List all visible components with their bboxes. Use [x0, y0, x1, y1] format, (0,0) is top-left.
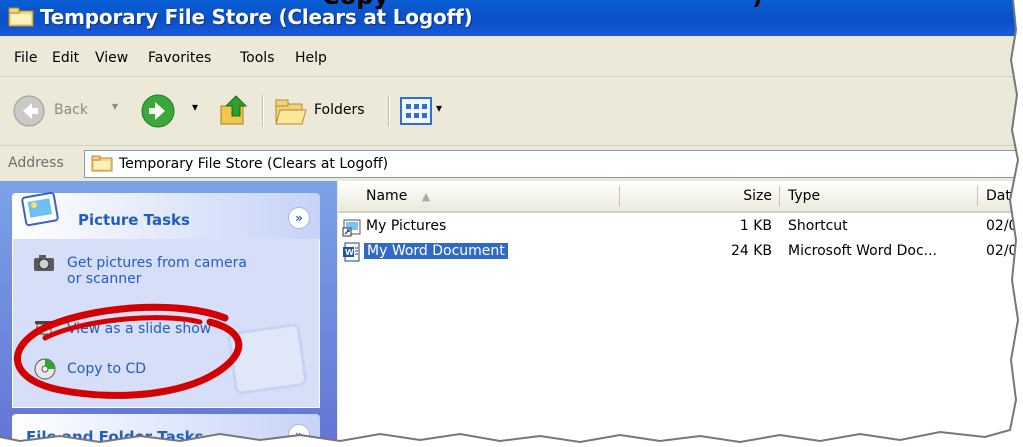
- cd-icon: [34, 358, 56, 380]
- picture-tasks-icon: [21, 191, 59, 227]
- collapse-chevron-icon[interactable]: »: [288, 207, 310, 229]
- shortcut-icon: [342, 219, 361, 237]
- menu-file[interactable]: File: [14, 50, 37, 66]
- explorer-window: Temporary File Store (Clears at Logoff) …: [0, 0, 1023, 447]
- address-label: Address: [8, 155, 64, 171]
- file-type: Shortcut: [788, 218, 848, 234]
- column-type[interactable]: Type: [780, 181, 978, 211]
- picture-tasks-header[interactable]: Picture Tasks »: [12, 191, 320, 239]
- back-label: Back: [54, 102, 88, 118]
- forward-arrow-icon: [141, 94, 175, 128]
- camera-icon: [34, 255, 54, 271]
- menu-help[interactable]: Help: [295, 50, 327, 66]
- file-size: 24 KB: [730, 243, 772, 259]
- watermark-pictures-icon: [227, 323, 307, 395]
- title-bar[interactable]: Temporary File Store (Clears at Logoff): [0, 0, 1023, 36]
- back-dropdown-icon[interactable]: ▾: [112, 99, 118, 113]
- forward-dropdown-icon[interactable]: ▾: [192, 100, 198, 114]
- picture-tasks-panel: Picture Tasks » Get pictures from camera…: [12, 191, 320, 408]
- folder-icon: [91, 155, 113, 172]
- slideshow-icon: [35, 321, 53, 338]
- folder-icon: [8, 7, 34, 27]
- file-date: 02/05/: [986, 218, 1023, 234]
- views-button[interactable]: ▾: [400, 95, 456, 127]
- column-header: Name ▲ Size Type Date M: [338, 181, 1023, 213]
- up-folder-icon[interactable]: [218, 94, 252, 128]
- picture-tasks-body: Get pictures from camera or scanner View…: [12, 239, 320, 408]
- window-title: Temporary File Store (Clears at Logoff): [40, 5, 473, 29]
- task-copy-to-cd[interactable]: Copy to CD: [67, 361, 146, 377]
- address-path: Temporary File Store (Clears at Logoff): [119, 156, 389, 172]
- collapse-chevron-icon[interactable]: »: [288, 424, 310, 446]
- toolbar-separator-2: [388, 95, 390, 127]
- column-name[interactable]: Name ▲: [338, 181, 620, 211]
- svg-text:W: W: [345, 248, 354, 257]
- menu-view[interactable]: View: [95, 50, 128, 66]
- task-pane: Picture Tasks » Get pictures from camera…: [0, 181, 337, 447]
- folders-button[interactable]: Folders: [274, 91, 378, 131]
- file-date: 02/05/: [986, 243, 1023, 259]
- overlay-heading-fragment: Copy: [322, 0, 389, 10]
- sort-ascending-icon: ▲: [421, 190, 431, 203]
- task-view-slideshow[interactable]: View as a slide show: [67, 321, 211, 337]
- menu-bar: File Edit View Favorites Tools Help: [0, 36, 1023, 77]
- overlay-heading-paren: ): [752, 0, 763, 10]
- address-bar: Address Temporary File Store (Clears at …: [0, 146, 1023, 180]
- column-size[interactable]: Size: [620, 181, 780, 211]
- folders-icon: [275, 99, 307, 125]
- forward-button[interactable]: ▾: [140, 91, 210, 131]
- word-doc-icon: W: [343, 242, 360, 262]
- file-type: Microsoft Word Doc...: [788, 243, 937, 259]
- task-get-pictures[interactable]: Get pictures from camera or scanner: [67, 255, 247, 287]
- toolbar: Back ▾ ▾ Folders ▾: [0, 77, 1023, 146]
- menu-edit[interactable]: Edit: [52, 50, 79, 66]
- file-name: My Pictures: [366, 218, 447, 234]
- menu-tools[interactable]: Tools: [240, 50, 275, 66]
- list-item[interactable]: My Pictures 1 KB Shortcut 02/05/: [338, 216, 1023, 238]
- file-list[interactable]: Name ▲ Size Type Date M My Pictures 1: [338, 181, 1023, 447]
- address-field[interactable]: Temporary File Store (Clears at Logoff): [84, 150, 1023, 178]
- views-icon: [400, 97, 432, 125]
- column-date[interactable]: Date M: [978, 181, 1023, 211]
- file-folder-tasks-title: File and Folder Tasks: [26, 428, 204, 446]
- file-folder-tasks-panel: File and Folder Tasks »: [12, 414, 320, 447]
- folders-label: Folders: [314, 102, 365, 118]
- file-folder-tasks-header[interactable]: File and Folder Tasks »: [12, 414, 320, 447]
- file-name: My Word Document: [364, 243, 508, 259]
- file-size: 1 KB: [739, 218, 772, 234]
- toolbar-separator: [262, 95, 264, 127]
- picture-tasks-title: Picture Tasks: [78, 211, 190, 229]
- list-item[interactable]: W My Word Document 24 KB Microsoft Word …: [338, 241, 1023, 263]
- views-dropdown-icon: ▾: [436, 101, 443, 115]
- menu-favorites[interactable]: Favorites: [148, 50, 211, 66]
- back-button[interactable]: Back ▾: [12, 91, 132, 131]
- back-arrow-icon: [13, 95, 45, 127]
